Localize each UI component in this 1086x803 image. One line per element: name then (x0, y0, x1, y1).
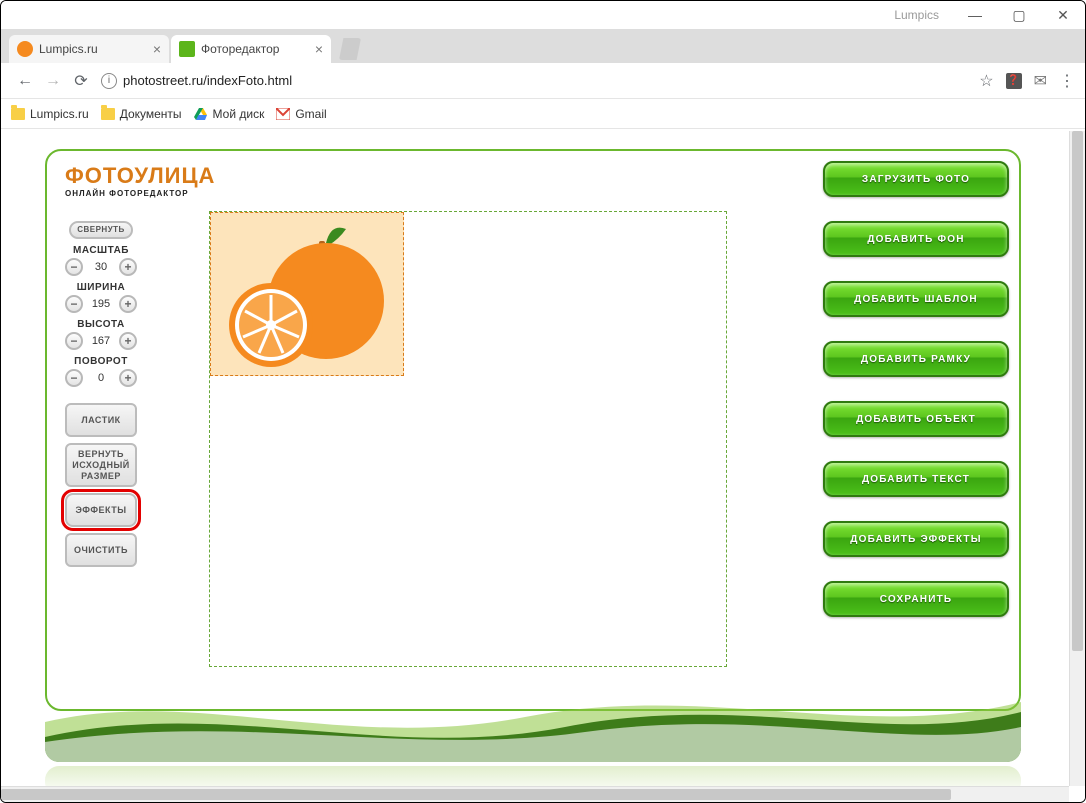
browser-window: Lumpics — ▢ ✕ Lumpics.ru × Фоторедактор … (0, 0, 1086, 803)
add-background-button[interactable]: ДОБАВИТЬ ФОН (823, 221, 1009, 257)
rotate-increase[interactable]: + (119, 369, 137, 387)
clear-button[interactable]: ОЧИСТИТЬ (65, 533, 137, 567)
scale-value: 30 (87, 261, 115, 273)
upload-photo-button[interactable]: ЗАГРУЗИТЬ ФОТО (823, 161, 1009, 197)
reload-button[interactable]: ⟳ (67, 67, 95, 95)
height-stepper: − 167 + (57, 332, 145, 350)
height-decrease[interactable]: − (65, 332, 83, 350)
address-bar: ← → ⟳ i photostreet.ru/indexFoto.html ☆ … (1, 63, 1085, 99)
tab-title: Lumpics.ru (39, 42, 98, 56)
height-label: ВЫСОТА (57, 319, 145, 330)
add-object-button[interactable]: ДОБАВИТЬ ОБЪЕКТ (823, 401, 1009, 437)
new-tab-button[interactable] (339, 38, 361, 60)
selected-image[interactable] (210, 212, 404, 376)
bookmark-star-icon[interactable]: ☆ (979, 71, 993, 91)
rotate-decrease[interactable]: − (65, 369, 83, 387)
favicon-icon (179, 41, 195, 57)
url-input[interactable]: i photostreet.ru/indexFoto.html (101, 68, 979, 94)
tab-strip: Lumpics.ru × Фоторедактор × (1, 29, 1085, 63)
rotate-stepper: − 0 + (57, 369, 145, 387)
forward-button[interactable]: → (39, 67, 67, 95)
reset-size-button[interactable]: ВЕРНУТЬ ИСХОДНЫЙ РАЗМЕР (65, 443, 137, 487)
scroll-thumb[interactable] (1, 789, 951, 800)
page-content: ФОТОУЛИЦА ОНЛАЙН ФОТОРЕДАКТОР (1, 131, 1085, 802)
close-icon[interactable]: × (307, 41, 323, 57)
editor-frame: ФОТОУЛИЦА ОНЛАЙН ФОТОРЕДАКТОР (45, 149, 1021, 711)
titlebar: Lumpics — ▢ ✕ (1, 1, 1085, 29)
add-template-button[interactable]: ДОБАВИТЬ ШАБЛОН (823, 281, 1009, 317)
logo-title: ФОТОУЛИЦА (65, 163, 215, 188)
vertical-scrollbar[interactable] (1069, 131, 1085, 786)
eraser-button[interactable]: ЛАСТИК (65, 403, 137, 437)
scale-decrease[interactable]: − (65, 258, 83, 276)
rotate-value: 0 (87, 372, 115, 384)
tab-photoeditor[interactable]: Фоторедактор × (171, 35, 331, 63)
tab-lumpics[interactable]: Lumpics.ru × (9, 35, 169, 63)
url-text: photostreet.ru/indexFoto.html (123, 73, 292, 88)
width-stepper: − 195 + (57, 295, 145, 313)
mail-icon[interactable]: ✉ (1034, 71, 1047, 91)
right-toolbar: ЗАГРУЗИТЬ ФОТО ДОБАВИТЬ ФОН ДОБАВИТЬ ШАБ… (823, 161, 1009, 617)
gmail-icon (276, 108, 290, 120)
site-info-icon[interactable]: i (101, 73, 117, 89)
collapse-button[interactable]: СВЕРНУТЬ (69, 221, 133, 239)
save-button[interactable]: СОХРАНИТЬ (823, 581, 1009, 617)
scale-increase[interactable]: + (119, 258, 137, 276)
favicon-icon (17, 41, 33, 57)
folder-icon (11, 108, 25, 120)
close-icon[interactable]: × (145, 41, 161, 57)
logo: ФОТОУЛИЦА ОНЛАЙН ФОТОРЕДАКТОР (65, 163, 215, 198)
bookmark-documents[interactable]: Документы (101, 107, 182, 121)
window-title: Lumpics (894, 8, 939, 22)
height-value: 167 (87, 335, 115, 347)
orange-image (211, 213, 405, 377)
back-button[interactable]: ← (11, 67, 39, 95)
horizontal-scrollbar[interactable] (1, 786, 1069, 802)
width-decrease[interactable]: − (65, 295, 83, 313)
add-effects-button[interactable]: ДОБАВИТЬ ЭФФЕКТЫ (823, 521, 1009, 557)
bookmark-lumpics[interactable]: Lumpics.ru (11, 107, 89, 121)
rotate-label: ПОВОРОТ (57, 356, 145, 367)
tab-title: Фоторедактор (201, 42, 279, 56)
bookmark-drive[interactable]: Мой диск (194, 107, 265, 121)
effects-button[interactable]: ЭФФЕКТЫ (65, 493, 137, 527)
drive-icon (194, 107, 208, 121)
add-text-button[interactable]: ДОБАВИТЬ ТЕКСТ (823, 461, 1009, 497)
width-value: 195 (87, 298, 115, 310)
left-toolbar: СВЕРНУТЬ МАСШТАБ − 30 + ШИРИНА − 195 + В… (57, 221, 145, 567)
add-frame-button[interactable]: ДОБАВИТЬ РАМКУ (823, 341, 1009, 377)
width-label: ШИРИНА (57, 282, 145, 293)
scale-label: МАСШТАБ (57, 245, 145, 256)
maximize-button[interactable]: ▢ (997, 1, 1041, 29)
hint-icon[interactable]: ❓ (1006, 73, 1022, 89)
width-increase[interactable]: + (119, 295, 137, 313)
menu-icon[interactable]: ⋮ (1059, 71, 1075, 91)
folder-icon (101, 108, 115, 120)
scroll-thumb[interactable] (1072, 131, 1083, 651)
bookmark-gmail[interactable]: Gmail (276, 107, 326, 121)
bookmarks-bar: Lumpics.ru Документы Мой диск Gmail (1, 99, 1085, 129)
logo-subtitle: ОНЛАЙН ФОТОРЕДАКТОР (65, 189, 215, 198)
canvas[interactable] (209, 211, 727, 667)
minimize-button[interactable]: — (953, 1, 997, 29)
height-increase[interactable]: + (119, 332, 137, 350)
scale-stepper: − 30 + (57, 258, 145, 276)
close-button[interactable]: ✕ (1041, 1, 1085, 29)
